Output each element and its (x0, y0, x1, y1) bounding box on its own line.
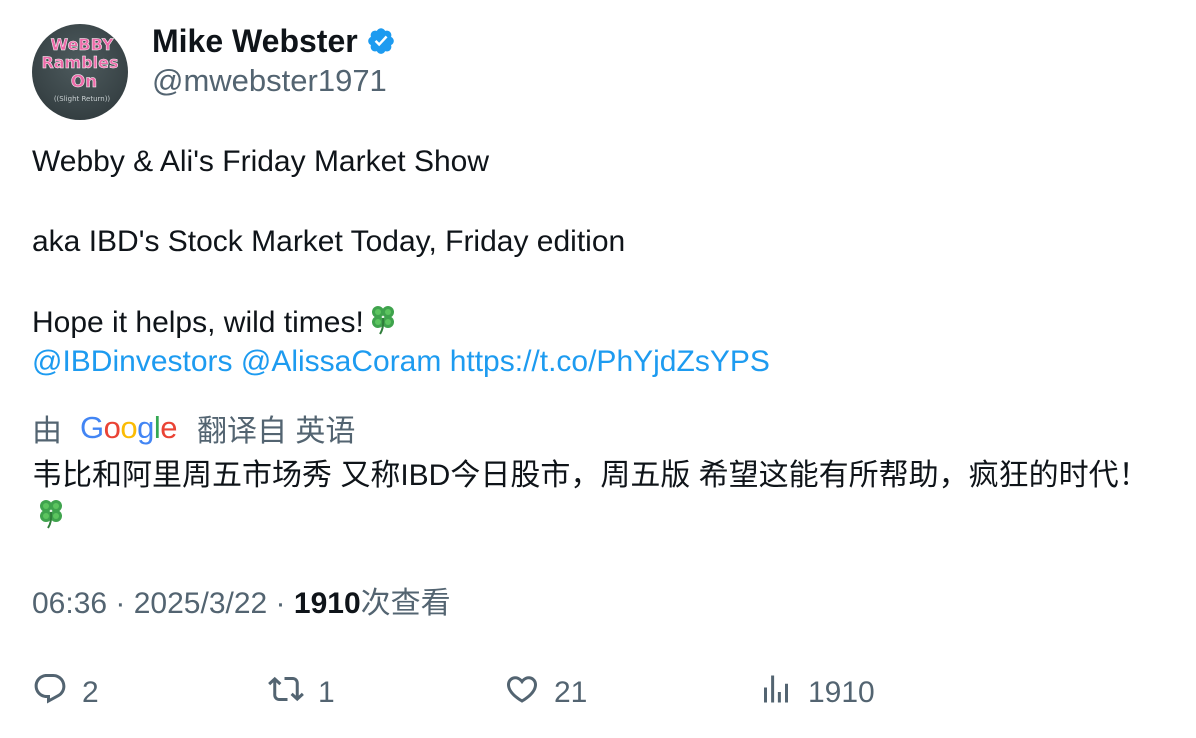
author-name-row: Mike Webster (152, 22, 396, 60)
views-label: 次查看 (360, 587, 451, 620)
google-logo-letter: e (160, 410, 178, 445)
google-logo-letter: G (80, 410, 104, 445)
translated-from-label[interactable]: 翻译自 英语 (197, 406, 355, 450)
avatar[interactable]: WeBBY Rambles On ((Slight Return)) (32, 24, 128, 120)
four-leaf-clover-icon (34, 496, 68, 541)
heart-icon (504, 671, 540, 715)
retweet-icon (268, 671, 304, 715)
tweet-time[interactable]: 06:36 (32, 587, 107, 620)
avatar-text-line-3: On (71, 72, 98, 92)
mention-ibdinvestors[interactable]: @IBDinvestors (32, 345, 233, 378)
avatar-text-line-1: WeBBY (50, 35, 113, 54)
tweet-line-2: aka IBD's Stock Market Today, Friday edi… (32, 225, 626, 258)
tweet-text: Webby & Ali's Friday Market Show aka IBD… (32, 142, 1162, 382)
views-button[interactable]: 1910 (758, 668, 875, 718)
mention-alissacoram[interactable]: @AlissaCoram (241, 345, 442, 378)
tweet-line-1: Webby & Ali's Friday Market Show (32, 145, 490, 178)
retweet-count: 1 (318, 676, 335, 709)
meta-separator: · (267, 587, 294, 620)
tweet-line-3-text: Hope it helps, wild times! (32, 306, 364, 339)
action-bar: 2 1 21 1910 (32, 668, 1162, 718)
reply-icon (32, 671, 68, 715)
handle[interactable]: @mwebster1971 (152, 62, 387, 100)
like-count: 21 (554, 676, 588, 709)
google-logo: Google (80, 410, 178, 446)
avatar-text-line-4: ((Slight Return)) (54, 95, 111, 103)
tweet-line-3: Hope it helps, wild times! (32, 302, 1162, 342)
avatar-text-line-2: Rambles (41, 53, 118, 72)
reply-count: 2 (82, 676, 99, 709)
google-logo-letter: g (137, 410, 154, 445)
translation-attribution: 由 Google 翻译自 英语 (32, 406, 355, 450)
views-count: 1910 (293, 587, 361, 620)
tweet-meta: 06:36 · 2025/3/22 · 1910次查看 (32, 584, 451, 624)
views-action-count: 1910 (808, 676, 875, 709)
display-name[interactable]: Mike Webster (152, 22, 358, 60)
google-logo-letter: o (120, 410, 138, 445)
views-chart-icon (758, 671, 794, 715)
meta-separator: · (107, 587, 134, 620)
translated-by-label: 由 (32, 415, 62, 448)
tweet-date[interactable]: 2025/3/22 (134, 587, 267, 620)
translated-text-body: 韦比和阿里周五市场秀 又称IBD今日股市，周五版 希望这能有所帮助，疯狂的时代！ (32, 459, 1149, 492)
retweet-button[interactable]: 1 (268, 668, 335, 718)
translated-text: 韦比和阿里周五市场秀 又称IBD今日股市，周五版 希望这能有所帮助，疯狂的时代！ (32, 456, 1172, 541)
four-leaf-clover-icon (366, 302, 400, 347)
reply-button[interactable]: 2 (32, 668, 99, 718)
tweet-link[interactable]: https://t.co/PhYjdZsYPS (450, 345, 770, 378)
tweet-line-4: @IBDinvestors @AlissaCoram https://t.co/… (32, 342, 1162, 382)
google-logo-letter: o (103, 410, 121, 445)
like-button[interactable]: 21 (504, 668, 587, 718)
verified-badge-icon[interactable] (366, 26, 396, 56)
